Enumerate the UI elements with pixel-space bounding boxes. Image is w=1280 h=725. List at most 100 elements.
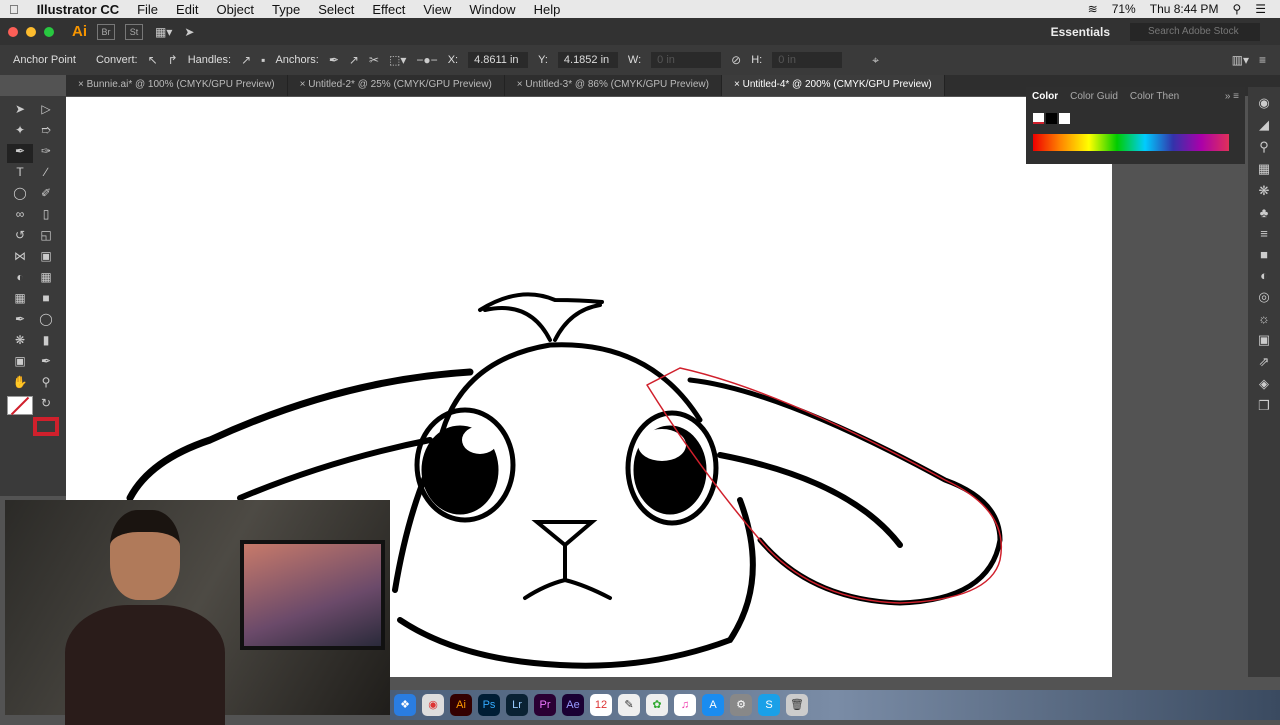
- eyedropper-icon[interactable]: ✒: [7, 312, 33, 331]
- stock-button[interactable]: St: [125, 23, 143, 40]
- layers-icon[interactable]: ◈: [1259, 376, 1269, 392]
- menu-file[interactable]: File: [128, 2, 167, 17]
- menu-window[interactable]: Window: [460, 2, 524, 17]
- bridge-button[interactable]: Br: [97, 23, 115, 40]
- safari-icon[interactable]: ❖: [394, 694, 416, 716]
- minimize-window-button[interactable]: [26, 26, 36, 37]
- rotate-tool-icon[interactable]: ↺: [7, 228, 33, 247]
- brushes-icon[interactable]: ❋: [1259, 183, 1270, 199]
- slice-tool-icon[interactable]: ✒: [33, 354, 59, 373]
- zoom-tool-icon[interactable]: ⚲: [33, 375, 59, 394]
- notes-icon[interactable]: ✎: [618, 694, 640, 716]
- h-field[interactable]: 0 in: [772, 52, 843, 68]
- gpu-performance-icon[interactable]: ➤: [184, 25, 194, 39]
- width-tool-icon[interactable]: ⋈: [7, 249, 33, 268]
- skype-icon[interactable]: S: [758, 694, 780, 716]
- color-panel-icon[interactable]: ◉: [1258, 95, 1269, 111]
- stroke-icon[interactable]: ≡: [1260, 226, 1268, 241]
- tab-color-themes[interactable]: Color Then: [1130, 91, 1179, 102]
- trash-icon[interactable]: 🗑: [786, 694, 808, 716]
- gradient-tool-icon[interactable]: ■: [33, 291, 59, 310]
- convert-corner-icon[interactable]: ↖: [148, 53, 158, 67]
- select-similar-icon[interactable]: ⬚▾: [389, 53, 406, 67]
- menu-type[interactable]: Type: [263, 2, 309, 17]
- export-icon[interactable]: ⇗: [1259, 354, 1270, 370]
- line-tool-icon[interactable]: ∕: [33, 165, 59, 184]
- transform-icon[interactable]: −●−: [416, 53, 437, 67]
- show-handles-icon[interactable]: ↗: [241, 53, 251, 67]
- black-swatch[interactable]: [1046, 113, 1057, 124]
- color-themes-icon[interactable]: ⚲: [1259, 139, 1269, 155]
- panel-menu-icon[interactable]: ≡: [1259, 53, 1266, 67]
- shaper-tool-icon[interactable]: ∞: [7, 207, 33, 226]
- graphic-styles-icon[interactable]: ☼: [1258, 311, 1270, 326]
- free-transform-icon[interactable]: ▣: [33, 249, 59, 268]
- swap-fill-stroke-icon[interactable]: ↻: [33, 396, 59, 415]
- close-window-button[interactable]: [8, 26, 18, 37]
- menu-effect[interactable]: Effect: [363, 2, 414, 17]
- remove-anchor-icon[interactable]: ✒: [329, 53, 339, 67]
- x-field[interactable]: 4.8611 in: [468, 52, 529, 68]
- app-store-icon[interactable]: A: [702, 694, 724, 716]
- lightroom-dock-icon[interactable]: Lr: [506, 694, 528, 716]
- symbols-icon[interactable]: ♣: [1260, 205, 1269, 220]
- arrange-documents-icon[interactable]: ▦▾: [155, 25, 172, 39]
- white-swatch[interactable]: [1059, 113, 1070, 124]
- artboard-tool-icon[interactable]: ▣: [7, 354, 33, 373]
- panel-expand-icon[interactable]: » ≡: [1225, 91, 1239, 102]
- paintbrush-icon[interactable]: ✐: [33, 186, 59, 205]
- menu-select[interactable]: Select: [309, 2, 363, 17]
- stroke-swatch[interactable]: [33, 417, 59, 436]
- menu-object[interactable]: Object: [207, 2, 263, 17]
- spotlight-icon[interactable]: ⚲: [1232, 2, 1241, 16]
- lasso-icon[interactable]: ➱: [33, 123, 59, 142]
- system-preferences-icon[interactable]: ⚙: [730, 694, 752, 716]
- curvature-tool-icon[interactable]: ✑: [33, 144, 59, 163]
- menu-edit[interactable]: Edit: [167, 2, 207, 17]
- workspace-switcher[interactable]: Essentials: [1051, 25, 1110, 39]
- blend-tool-icon[interactable]: ◯: [33, 312, 59, 331]
- notification-icon[interactable]: ☰: [1255, 2, 1266, 16]
- photos-icon[interactable]: ✿: [646, 694, 668, 716]
- type-tool-icon[interactable]: T: [7, 165, 33, 184]
- constrain-link-icon[interactable]: ⊘: [731, 53, 741, 67]
- w-field[interactable]: 0 in: [651, 52, 722, 68]
- tab-untitled-2[interactable]: × Untitled-2* @ 25% (CMYK/GPU Preview): [288, 75, 505, 96]
- premiere-dock-icon[interactable]: Pr: [534, 694, 556, 716]
- ellipse-tool-icon[interactable]: ◯: [7, 186, 33, 205]
- calendar-icon[interactable]: 12: [590, 694, 612, 716]
- color-spectrum[interactable]: [1033, 134, 1229, 151]
- app-menu[interactable]: Illustrator CC: [28, 2, 128, 17]
- hide-handles-icon[interactable]: ▪: [261, 53, 265, 67]
- none-swatch[interactable]: [1033, 113, 1044, 124]
- isolate-icon[interactable]: ⌖: [872, 53, 879, 68]
- pen-tool-icon[interactable]: ✒: [7, 144, 33, 163]
- align-icon[interactable]: ▥▾: [1232, 53, 1249, 67]
- perspective-grid-icon[interactable]: ▦: [33, 270, 59, 289]
- graph-tool-icon[interactable]: ▮: [33, 333, 59, 352]
- cut-path-icon[interactable]: ✂: [369, 53, 379, 67]
- direct-selection-tool-icon[interactable]: ▷: [33, 102, 59, 121]
- photoshop-dock-icon[interactable]: Ps: [478, 694, 500, 716]
- selection-tool-icon[interactable]: ➤: [7, 102, 33, 121]
- wifi-icon[interactable]: ≋: [1088, 2, 1098, 16]
- mesh-tool-icon[interactable]: ▦: [7, 291, 33, 310]
- after-effects-dock-icon[interactable]: Ae: [562, 694, 584, 716]
- tab-color[interactable]: Color: [1032, 91, 1058, 102]
- shape-builder-icon[interactable]: ◐: [7, 270, 33, 289]
- appearance-icon[interactable]: ◎: [1258, 289, 1269, 305]
- tab-untitled-3[interactable]: × Untitled-3* @ 86% (CMYK/GPU Preview): [505, 75, 722, 96]
- fill-none-swatch[interactable]: [7, 396, 33, 416]
- gradient-icon[interactable]: ■: [1260, 247, 1268, 262]
- symbol-sprayer-icon[interactable]: ❋: [7, 333, 33, 352]
- eraser-icon[interactable]: ▯: [33, 207, 59, 226]
- stock-search-input[interactable]: Search Adobe Stock: [1130, 22, 1260, 41]
- hand-tool-icon[interactable]: ✋: [7, 375, 33, 394]
- convert-smooth-icon[interactable]: ↱: [168, 53, 178, 67]
- color-guide-icon[interactable]: ◢: [1259, 117, 1269, 133]
- swatches-icon[interactable]: ▦: [1258, 161, 1270, 177]
- menu-help[interactable]: Help: [525, 2, 570, 17]
- zoom-window-button[interactable]: [44, 26, 54, 37]
- magic-wand-icon[interactable]: ✦: [7, 123, 33, 142]
- tab-untitled-4[interactable]: × Untitled-4* @ 200% (CMYK/GPU Preview): [721, 75, 945, 96]
